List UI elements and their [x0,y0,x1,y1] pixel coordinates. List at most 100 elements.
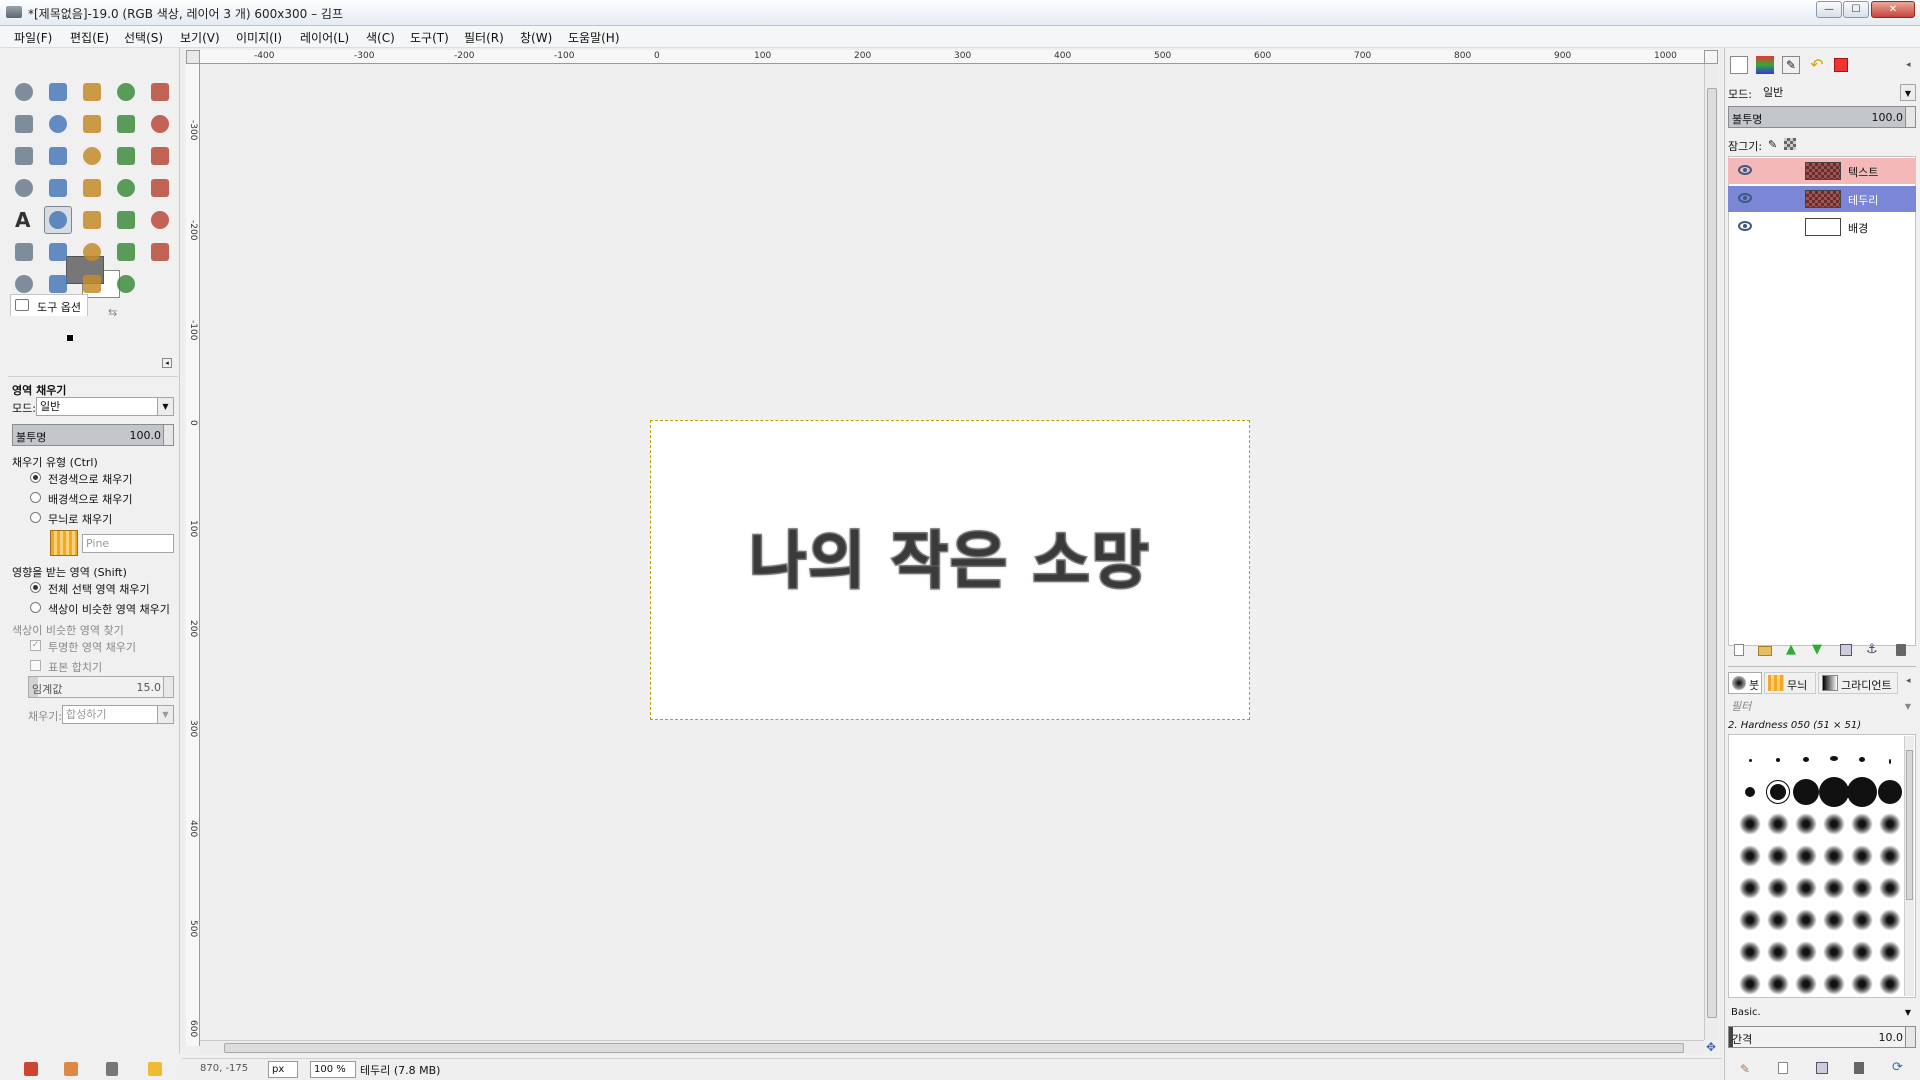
brush-preview[interactable] [1795,973,1817,995]
quick-mask-toggle[interactable] [186,50,200,64]
menu-view[interactable]: 보기(V) [180,29,220,46]
brush-preview[interactable] [1795,845,1817,867]
default-colors-icon[interactable] [66,334,74,342]
delete-layer-icon[interactable] [1896,644,1906,656]
color-select-tool[interactable] [146,78,174,106]
blur-tool[interactable] [44,270,72,298]
brush-preview[interactable] [1767,845,1789,867]
brush-preview[interactable] [1766,780,1790,804]
brush-preview[interactable] [1745,787,1755,797]
lower-layer-icon[interactable]: ▼ [1812,642,1822,657]
brush-preview[interactable] [1819,777,1849,807]
align-tool[interactable] [78,142,106,170]
affected-similar-radio[interactable] [30,602,41,613]
brush-preview[interactable] [1793,779,1819,805]
sample-merged-checkbox[interactable] [30,660,41,671]
brush-preview[interactable] [1879,845,1901,867]
horizontal-scroll-thumb[interactable] [224,1043,1684,1053]
brush-preview[interactable] [1851,909,1873,931]
brush-preview[interactable] [1851,813,1873,835]
vertical-scrollbar[interactable] [1704,64,1718,1040]
reset-options-icon[interactable] [148,1062,162,1076]
brush-preview[interactable] [1878,780,1902,804]
layer-mode-dropdown[interactable]: 일반 ▼ [1760,84,1916,103]
fuzzy-select-tool[interactable] [112,78,140,106]
bucket-fill-tool[interactable] [44,206,72,234]
new-layer-icon[interactable] [1734,644,1744,656]
brush-preset-dropdown[interactable]: Basic. ▼ [1728,1004,1916,1023]
brush-preview[interactable] [1795,909,1817,931]
brush-scroll-thumb[interactable] [1906,750,1913,900]
brush-preview[interactable] [1823,813,1845,835]
fill-pattern-radio[interactable] [30,512,41,523]
unit-select[interactable]: px [268,1061,298,1078]
brushes-panel-menu-icon[interactable]: ◂ [1906,676,1911,686]
brush-preview[interactable] [1739,909,1761,931]
lock-pixels-icon[interactable]: ✎ [1768,138,1777,151]
brush-preview[interactable] [1767,877,1789,899]
fill-fg-radio[interactable] [30,472,41,483]
menu-layer[interactable]: 레이어(L) [300,29,349,46]
menu-file[interactable]: 파일(F) [14,29,52,46]
pencil-tool[interactable] [112,206,140,234]
close-button[interactable]: ✕ [1871,1,1915,18]
delete-brush-icon[interactable] [1854,1062,1864,1074]
paths-tool[interactable] [78,110,106,138]
text-tool[interactable]: A [10,206,38,234]
undo-tab-icon[interactable]: ↶ [1808,56,1826,74]
close-tab-icon[interactable] [1834,58,1848,72]
brush-preview[interactable] [1767,973,1789,995]
maximize-button[interactable]: ☐ [1843,1,1869,18]
brush-preview[interactable] [1847,777,1877,807]
menu-filters[interactable]: 필터(R) [464,29,504,46]
fill-by-dropdown[interactable]: 합성하기 ▼ [62,705,174,724]
brush-preview[interactable] [1830,756,1838,761]
layer-row-background[interactable]: 배경 [1728,214,1916,240]
horizontal-scrollbar[interactable] [200,1040,1704,1054]
raise-layer-icon[interactable]: ▲ [1786,642,1796,657]
shear-tool[interactable] [44,174,72,202]
brush-preview[interactable] [1859,757,1865,762]
panel-menu-icon[interactable]: ◂ [162,358,172,368]
brush-preview[interactable] [1851,845,1873,867]
perspective-clone-tool[interactable] [10,270,38,298]
restore-options-icon[interactable] [64,1062,78,1076]
navigate-icon[interactable]: ✥ [1704,1040,1718,1054]
layer-row-border[interactable]: 테두리 [1728,186,1916,212]
brush-spacing-spinner[interactable] [1905,1027,1915,1047]
free-select-tool[interactable] [78,78,106,106]
brush-preview[interactable] [1889,759,1891,764]
brush-filter-field[interactable]: 필터 ▼ [1728,698,1916,717]
save-options-icon[interactable] [24,1062,38,1076]
affected-selection-radio[interactable] [30,582,41,593]
visibility-eye-icon[interactable] [1738,221,1752,231]
brushes-tab[interactable]: 붓 [1728,672,1762,694]
lock-alpha-icon[interactable] [1784,138,1796,150]
brush-preview[interactable] [1739,813,1761,835]
brush-preview[interactable] [1823,973,1845,995]
ellipse-select-tool[interactable] [44,78,72,106]
pattern-name-field[interactable]: Pine [82,534,174,553]
blend-tool[interactable] [78,206,106,234]
brush-preview[interactable] [1776,758,1780,762]
brush-grid[interactable] [1732,746,1902,1006]
brush-preview[interactable] [1795,813,1817,835]
airbrush-tool[interactable] [44,238,72,266]
layer-opacity-slider[interactable]: 불투명 100.0 [1728,106,1916,128]
flip-tool[interactable] [112,174,140,202]
menu-tools[interactable]: 도구(T) [410,29,449,46]
brush-preview[interactable] [1767,941,1789,963]
measure-tool[interactable] [10,142,38,170]
brush-preview[interactable] [1879,909,1901,931]
horizontal-ruler[interactable]: -400 -300 -200 -100 0 100 200 300 400 500 600 700 80… [200,50,1704,64]
brush-preview[interactable] [1739,973,1761,995]
crop-tool[interactable] [112,142,140,170]
brush-preview[interactable] [1851,941,1873,963]
brush-preview[interactable] [1823,845,1845,867]
brush-preview[interactable] [1823,909,1845,931]
threshold-slider[interactable]: 임계값 15.0 [28,676,174,698]
brush-preview[interactable] [1767,813,1789,835]
layer-row-text[interactable]: 텍스트 [1728,158,1916,184]
fill-bg-radio[interactable] [30,492,41,503]
dock-menu-icon[interactable]: ◂ [1906,60,1911,70]
